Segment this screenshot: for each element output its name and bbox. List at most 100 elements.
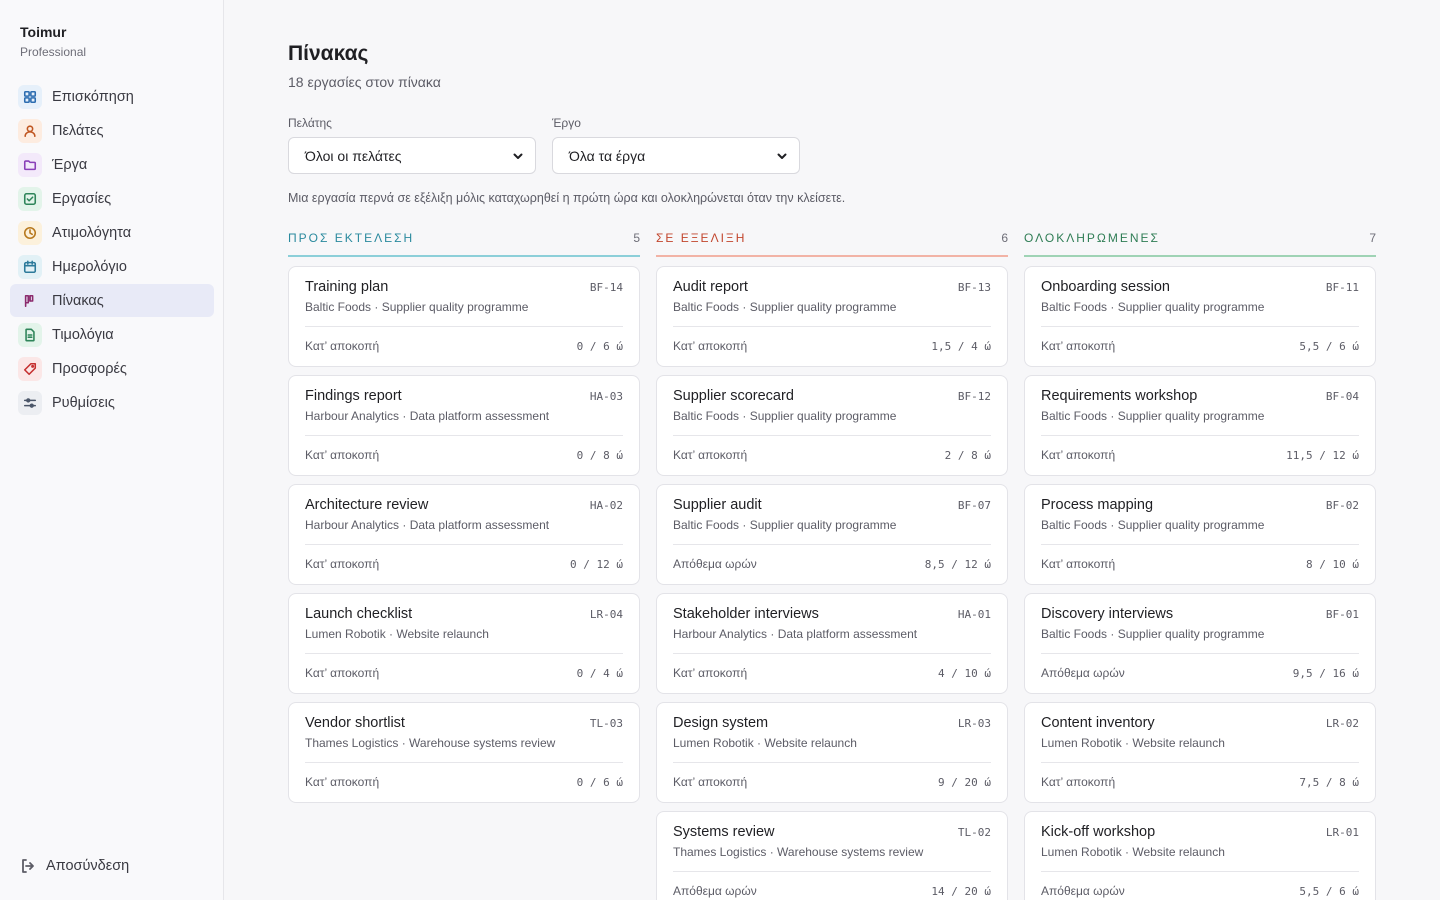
task-code: HA-01 — [957, 608, 991, 621]
task-card[interactable]: Audit report BF-13 Baltic Foods · Supplier… — [656, 266, 1008, 367]
chevron-down-icon — [777, 153, 787, 159]
hours-logged: 1,5 / 4 ώ — [931, 339, 991, 353]
task-code: TL-02 — [957, 826, 991, 839]
task-client-project: Baltic Foods · Supplier quality programm… — [305, 300, 529, 314]
task-client-project: Baltic Foods · Supplier quality programm… — [673, 409, 897, 423]
task-card[interactable]: Stakeholder interviews HA-01 Harbour Analy… — [656, 593, 1008, 694]
card-header: Vendor shortlist TL-03 — [305, 715, 623, 731]
card-footer: Κατ’ αποκοπή 5,5 / 6 ώ — [1041, 326, 1359, 359]
task-code: BF-13 — [957, 281, 991, 294]
card-header: Discovery interviews BF-01 — [1041, 606, 1359, 622]
task-card[interactable]: Onboarding session BF-11 Baltic Foods · Su… — [1024, 266, 1376, 367]
board-hint: Μια εργασία περνά σε εξέλιξη μόλις καταχ… — [288, 191, 846, 205]
hours-logged: 8,5 / 12 ώ — [924, 557, 991, 571]
card-header: Supplier scorecard BF-12 — [673, 388, 991, 404]
card-footer: Κατ’ αποκοπή 1,5 / 4 ώ — [673, 326, 991, 359]
project-select[interactable]: Όλα τα έργα — [552, 137, 800, 174]
sidebar-item-label: Τιμολόγια — [52, 326, 114, 343]
billing-type: Κατ’ αποκοπή — [673, 448, 748, 462]
sidebar-item[interactable]: Επισκόπηση — [10, 80, 214, 113]
task-client-project: Baltic Foods · Supplier quality programm… — [1041, 518, 1265, 532]
task-title: Content inventory — [1041, 715, 1155, 731]
column-title: ΠΡΟΣ ΕΚΤΕΛΕΣΗ — [288, 231, 415, 245]
task-title: Supplier audit — [673, 497, 762, 513]
task-client-project: Harbour Analytics · Data platform assess… — [305, 409, 550, 423]
sliders-icon — [18, 390, 42, 415]
task-card[interactable]: Supplier audit BF-07 Baltic Foods · Suppli… — [656, 484, 1008, 585]
task-card[interactable]: Supplier scorecard BF-12 Baltic Foods · Su… — [656, 375, 1008, 476]
task-client-project: Baltic Foods · Supplier quality programm… — [1041, 300, 1265, 314]
column-title: ΟΛΟΚΛΗΡΩΜΕΝΕΣ — [1024, 231, 1160, 245]
task-card[interactable]: Discovery interviews BF-01 Baltic Foods · … — [1024, 593, 1376, 694]
client-select[interactable]: Όλοι οι πελάτες — [288, 137, 536, 174]
task-card[interactable]: Process mapping BF-02 Baltic Foods · Suppl… — [1024, 484, 1376, 585]
task-client-project: Harbour Analytics · Data platform assess… — [673, 627, 918, 641]
billing-type: Κατ’ αποκοπή — [673, 339, 748, 353]
billing-type: Κατ’ αποκοπή — [305, 557, 380, 571]
task-code: LR-03 — [957, 717, 991, 730]
page-title: Πίνακας — [288, 42, 369, 65]
task-code: BF-14 — [589, 281, 623, 294]
column-cards: Onboarding session BF-11 Baltic Foods · Su… — [1024, 266, 1376, 900]
task-card[interactable]: Architecture review HA-02 Harbour Analytic… — [288, 484, 640, 585]
hours-logged: 2 / 8 ώ — [944, 448, 991, 462]
task-title: Architecture review — [305, 497, 429, 513]
task-title: Supplier scorecard — [673, 388, 794, 404]
task-card[interactable]: Design system LR-03 Lumen Robotik · Websit… — [656, 702, 1008, 803]
task-title: Findings report — [305, 388, 402, 404]
task-code: LR-02 — [1325, 717, 1359, 730]
sidebar-item[interactable]: Εργασίες — [10, 182, 214, 215]
task-card[interactable]: Kick-off workshop LR-01 Lumen Robotik · We… — [1024, 811, 1376, 900]
sidebar-item[interactable]: Τιμολόγια — [10, 318, 214, 351]
billing-type: Απόθεμα ωρών — [1041, 666, 1125, 680]
card-footer: Απόθεμα ωρών 5,5 / 6 ώ — [1041, 871, 1359, 900]
sidebar-item-label: Ατιμολόγητα — [52, 224, 132, 241]
sidebar-item[interactable]: Πίνακας — [10, 284, 214, 317]
kanban-icon — [18, 289, 42, 313]
sidebar-item[interactable]: Πελάτες — [10, 114, 214, 147]
column-count: 5 — [633, 231, 640, 245]
card-footer: Κατ’ αποκοπή 7,5 / 8 ώ — [1041, 762, 1359, 795]
task-card[interactable]: Requirements workshop BF-04 Baltic Foods ·… — [1024, 375, 1376, 476]
billing-type: Κατ’ αποκοπή — [673, 775, 748, 789]
sidebar-item[interactable]: Ρυθμίσεις — [10, 386, 214, 419]
card-header: Findings report HA-03 — [305, 388, 623, 404]
task-card[interactable]: Launch checklist LR-04 Lumen Robotik · Web… — [288, 593, 640, 694]
brand-plan: Professional — [20, 45, 87, 59]
task-code: BF-12 — [957, 390, 991, 403]
column-cards: Training plan BF-14 Baltic Foods · Supplie… — [288, 266, 640, 803]
sidebar-item[interactable]: Ημερολόγιο — [10, 250, 214, 283]
board-column: ΟΛΟΚΛΗΡΩΜΕΝΕΣ 7 Onboarding session BF-11 Bal… — [1024, 231, 1376, 900]
column-title: ΣΕ ΕΞΕΛΙΞΗ — [656, 231, 747, 245]
sidebar-item[interactable]: Έργα — [10, 148, 214, 181]
task-card[interactable]: Training plan BF-14 Baltic Foods · Supplie… — [288, 266, 640, 367]
hours-logged: 14 / 20 ώ — [931, 884, 991, 898]
task-card[interactable]: Findings report HA-03 Harbour Analytics · … — [288, 375, 640, 476]
client-filter: Πελάτης Όλοι οι πελάτες — [288, 116, 536, 174]
task-client-project: Lumen Robotik · Website relaunch — [1041, 736, 1225, 750]
sidebar-item[interactable]: Ατιμολόγητα — [10, 216, 214, 249]
card-header: Architecture review HA-02 — [305, 497, 623, 513]
sidebar: Toimur Professional Επισκόπηση Πελάτες Έργ… — [0, 0, 224, 900]
task-card[interactable]: Content inventory LR-02 Lumen Robotik · We… — [1024, 702, 1376, 803]
billing-type: Απόθεμα ωρών — [673, 884, 757, 898]
hours-logged: 5,5 / 6 ώ — [1299, 339, 1359, 353]
task-code: LR-01 — [1325, 826, 1359, 839]
logout-button[interactable]: Αποσύνδεση — [20, 858, 129, 874]
card-header: Requirements workshop BF-04 — [1041, 388, 1359, 404]
task-client-project: Harbour Analytics · Data platform assess… — [305, 518, 550, 532]
sidebar-item-label: Εργασίες — [52, 190, 112, 207]
task-card[interactable]: Systems review TL-02 Thames Logistics · Wa… — [656, 811, 1008, 900]
task-client-project: Baltic Foods · Supplier quality programm… — [673, 300, 897, 314]
task-card[interactable]: Vendor shortlist TL-03 Thames Logistics · … — [288, 702, 640, 803]
sidebar-item-label: Πελάτες — [52, 122, 104, 139]
clock-icon — [18, 220, 42, 245]
client-filter-label: Πελάτης — [288, 116, 332, 130]
billing-type: Κατ’ αποκοπή — [1041, 775, 1116, 789]
brand: Toimur Professional — [20, 24, 86, 59]
hours-logged: 11,5 / 12 ώ — [1286, 448, 1359, 462]
task-client-project: Thames Logistics · Warehouse systems rev… — [673, 845, 924, 859]
card-header: Launch checklist LR-04 — [305, 606, 623, 622]
sidebar-item[interactable]: Προσφορές — [10, 352, 214, 385]
hours-logged: 7,5 / 8 ώ — [1299, 775, 1359, 789]
